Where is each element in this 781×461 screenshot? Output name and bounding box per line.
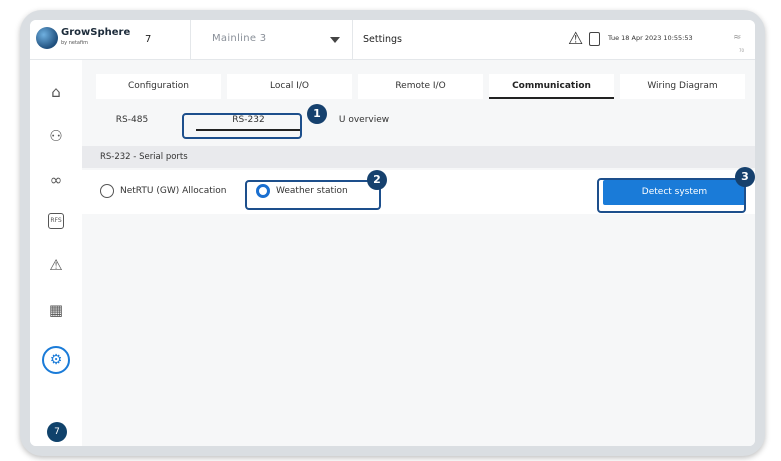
sidebar: ⌂ ⚇ ∞ RFS ⚠ ▦ ⚙ 7 bbox=[30, 60, 82, 446]
datetime: Tue 18 Apr 2023 10:55:53 bbox=[608, 34, 693, 42]
radio-netrtu[interactable] bbox=[100, 184, 114, 198]
tab-communication[interactable]: Communication bbox=[489, 74, 614, 99]
radio-label-netrtu: NetRTU (GW) Allocation bbox=[120, 186, 227, 196]
callout-box-3 bbox=[597, 178, 746, 213]
home-icon[interactable]: ⌂ bbox=[46, 82, 66, 102]
link-icon[interactable]: ∞ bbox=[46, 170, 66, 190]
page-title: Settings bbox=[363, 34, 402, 45]
rfs-icon[interactable]: RFS bbox=[48, 213, 64, 229]
divider bbox=[190, 20, 191, 60]
callout-badge-2: 2 bbox=[367, 170, 387, 190]
table-icon[interactable]: ▦ bbox=[46, 300, 66, 320]
divider bbox=[352, 20, 353, 60]
section-header: RS-232 - Serial ports bbox=[82, 146, 755, 168]
alarm-icon[interactable]: ⚠ bbox=[46, 255, 66, 275]
settings-icon[interactable]: ⚙ bbox=[42, 346, 70, 374]
callout-box-2 bbox=[245, 180, 381, 210]
chevron-down-icon[interactable] bbox=[330, 37, 340, 43]
callout-box-1 bbox=[182, 113, 302, 139]
callout-badge-3: 3 bbox=[735, 167, 755, 187]
mainline-selector[interactable]: Mainline 3 bbox=[212, 33, 266, 44]
wifi-icon: ≈ bbox=[733, 32, 742, 43]
tab-local-io[interactable]: Local I/O bbox=[227, 74, 352, 99]
line-number[interactable]: 7 bbox=[145, 34, 151, 45]
avatar[interactable]: 7 bbox=[47, 422, 67, 442]
globe-icon bbox=[36, 27, 58, 49]
top-bar: GrowSphere by netafim 7 Mainline 3 Setti… bbox=[30, 20, 755, 60]
network-icon[interactable]: ⚇ bbox=[46, 126, 66, 146]
tab-wiring-diagram[interactable]: Wiring Diagram bbox=[620, 74, 745, 99]
brand-logo: GrowSphere by netafim bbox=[36, 27, 130, 49]
warning-icon[interactable]: ⚠ bbox=[568, 29, 583, 49]
tab-remote-io[interactable]: Remote I/O bbox=[358, 74, 483, 99]
subtab-overview[interactable]: U overview bbox=[324, 110, 404, 135]
brand-name: GrowSphere bbox=[61, 27, 131, 38]
screen: GrowSphere by netafim 7 Mainline 3 Setti… bbox=[30, 20, 755, 446]
device-frame: GrowSphere by netafim 7 Mainline 3 Setti… bbox=[20, 10, 765, 456]
signal-strength: 70 bbox=[739, 48, 745, 53]
brand-sub: by netafim bbox=[61, 40, 89, 46]
callout-badge-1: 1 bbox=[307, 104, 327, 124]
subtab-rs485[interactable]: RS-485 bbox=[102, 110, 162, 135]
sim-card-icon bbox=[589, 32, 600, 46]
tab-configuration[interactable]: Configuration bbox=[96, 74, 221, 99]
tab-bar: Configuration Local I/O Remote I/O Commu… bbox=[82, 74, 755, 99]
